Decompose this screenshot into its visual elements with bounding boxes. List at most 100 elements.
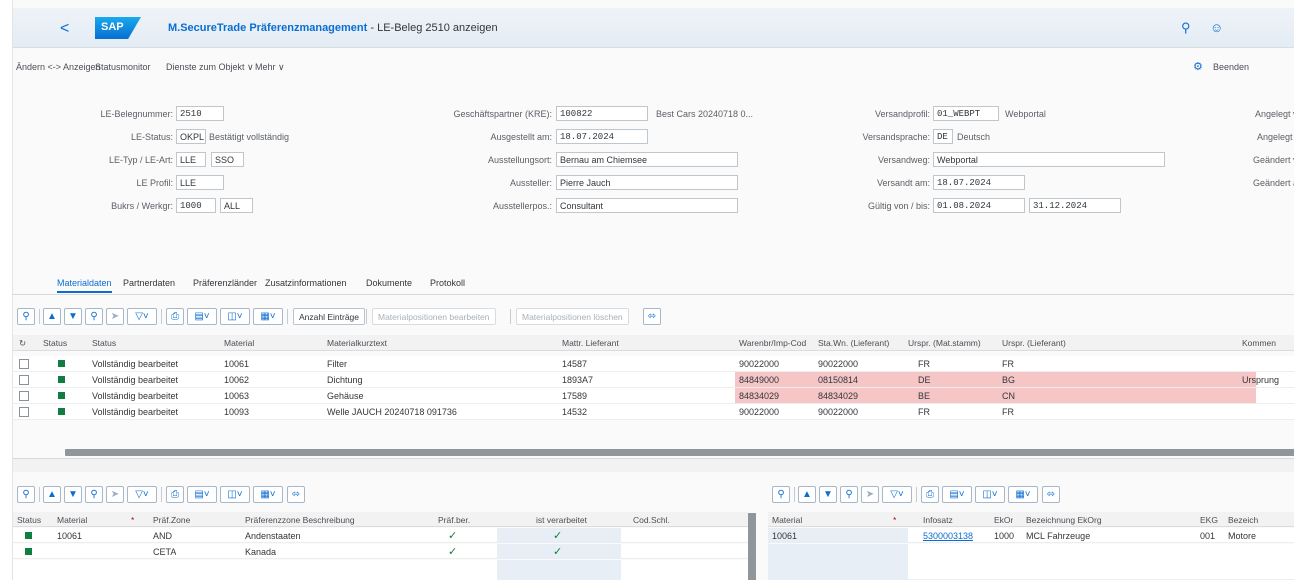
col-status[interactable]: Status (17, 515, 41, 525)
col-infosatz[interactable]: Infosatz (923, 515, 953, 525)
export-icon[interactable]: ◫˅ (975, 486, 1005, 503)
col-kommentar[interactable]: Kommen (1242, 338, 1276, 348)
sort-desc-icon[interactable]: ▼ (64, 486, 82, 503)
profil-field[interactable]: LLE (176, 175, 224, 190)
delete-positions-button[interactable]: Materialpositionen löschen (516, 308, 629, 325)
versandt-field[interactable]: 18.07.2024 (933, 175, 1025, 190)
typ-field[interactable]: LLE (176, 152, 206, 167)
table-row[interactable]: Vollständig bearbeitet 10093 Welle JAUCH… (13, 404, 1294, 420)
details-icon[interactable]: ⚲ (17, 308, 35, 325)
horizontal-scrollbar[interactable] (65, 449, 1294, 456)
table-row[interactable]: 10061 AND Andenstaaten ✓ ✓ (13, 528, 748, 543)
tab-partnerdaten[interactable]: Partnerdaten (123, 278, 175, 288)
bukrs-field[interactable]: 1000 (176, 198, 216, 213)
col-praef-zone[interactable]: Präf.Zone (153, 515, 190, 525)
infosatz-link[interactable]: 5300003138 (923, 531, 973, 541)
col-materialkurztext[interactable]: Materialkurztext (327, 338, 387, 348)
tab-materialdaten[interactable]: Materialdaten (57, 278, 112, 293)
fullscreen-icon[interactable]: ⬄ (1042, 486, 1060, 503)
tab-praeferenzlaender[interactable]: Präferenzländer (193, 278, 257, 288)
col-sta-wn[interactable]: Sta.Wn. (Lieferant) (818, 338, 889, 348)
settings-icon[interactable]: ⚙ (1193, 60, 1203, 73)
layout-icon[interactable]: ▤˅ (187, 308, 217, 325)
col-status[interactable]: Status (92, 338, 116, 348)
status-code-field[interactable]: OKPL (176, 129, 206, 144)
exit-button[interactable]: Beenden (1213, 62, 1249, 72)
vertical-scrollbar[interactable] (748, 513, 756, 580)
find-next-icon[interactable]: ➤ (106, 308, 124, 325)
sort-asc-icon[interactable]: ▲ (798, 486, 816, 503)
table-row[interactable]: Vollständig bearbeitet 10063 Gehäuse 175… (13, 388, 1294, 404)
belegnummer-field[interactable]: 2510 (176, 106, 224, 121)
select-all-icon[interactable]: ↻ (19, 338, 26, 349)
layout-icon[interactable]: ▤˅ (187, 486, 217, 503)
col-lieferant[interactable]: Mattr. Lieferant (562, 338, 619, 348)
col-ist-verarbeitet[interactable]: ist verarbeitet (536, 515, 587, 525)
chart-icon[interactable]: ▦˅ (253, 308, 283, 325)
col-material[interactable]: Material (772, 515, 802, 525)
col-status-icon[interactable]: Status (43, 338, 67, 348)
print-icon[interactable]: ⎙ (166, 308, 184, 325)
export-icon[interactable]: ◫˅ (220, 486, 250, 503)
user-icon[interactable]: ☺ (1210, 20, 1223, 35)
col-urspr-mat[interactable]: Urspr. (Mat.stamm) (908, 338, 981, 348)
more-menu[interactable]: Mehr ∨ (255, 62, 285, 73)
col-material[interactable]: Material (224, 338, 254, 348)
gueltig-bis-field[interactable]: 31.12.2024 (1029, 198, 1121, 213)
layout-icon[interactable]: ▤˅ (942, 486, 972, 503)
ort-field[interactable]: Bernau am Chiemsee (556, 152, 738, 167)
ausgestellt-field[interactable]: 18.07.2024 (556, 129, 648, 144)
versandweg-field[interactable]: Webportal (933, 152, 1165, 167)
fullscreen-icon[interactable]: ⬄ (287, 486, 305, 503)
filter-icon[interactable]: ▽˅ (882, 486, 912, 503)
chart-icon[interactable]: ▦˅ (1008, 486, 1038, 503)
status-monitor-button[interactable]: Statusmonitor (95, 62, 151, 72)
back-button[interactable]: < (60, 20, 69, 38)
edit-positions-button[interactable]: Materialpositionen bearbeiten (372, 308, 496, 325)
splitter[interactable] (13, 458, 1294, 472)
row-checkbox[interactable] (19, 375, 29, 385)
row-checkbox[interactable] (19, 359, 29, 369)
col-ekor[interactable]: EkOr (994, 515, 1013, 525)
show-entries-button[interactable]: Anzahl Einträge (293, 308, 366, 325)
sort-asc-icon[interactable]: ▲ (43, 308, 61, 325)
table-row[interactable]: 10061 5300003138 1000 MCL Fahrzeuge 001 … (768, 528, 1294, 543)
werkgr-field[interactable]: ALL (220, 198, 253, 213)
position-field[interactable]: Consultant (556, 198, 738, 213)
versandsprache-field[interactable]: DE (933, 129, 953, 144)
col-zone-beschreibung[interactable]: Präferenzzone Beschreibung (245, 515, 355, 525)
sort-desc-icon[interactable]: ▼ (64, 308, 82, 325)
find-next-icon[interactable]: ➤ (106, 486, 124, 503)
table-row[interactable]: Vollständig bearbeitet 10062 Dichtung 18… (13, 372, 1294, 388)
export-icon[interactable]: ◫˅ (220, 308, 250, 325)
fullscreen-icon[interactable]: ⬄ (643, 308, 661, 325)
find-next-icon[interactable]: ➤ (861, 486, 879, 503)
versandprofil-field[interactable]: 01_WEBPT (933, 106, 999, 121)
sort-desc-icon[interactable]: ▼ (819, 486, 837, 503)
toggle-edit-button[interactable]: Ändern <-> Anzeigen (16, 62, 101, 72)
col-bezeichnung-ekg[interactable]: Bezeich (1228, 515, 1258, 525)
print-icon[interactable]: ⎙ (166, 486, 184, 503)
find-icon[interactable]: ⚲ (85, 486, 103, 503)
print-icon[interactable]: ⎙ (921, 486, 939, 503)
find-icon[interactable]: ⚲ (840, 486, 858, 503)
col-ekg[interactable]: EKG (1200, 515, 1218, 525)
row-checkbox[interactable] (19, 391, 29, 401)
tab-protokoll[interactable]: Protokoll (430, 278, 465, 288)
col-urspr-lief[interactable]: Urspr. (Lieferant) (1002, 338, 1066, 348)
col-cod-schl[interactable]: Cod.Schl. (633, 515, 670, 525)
col-material[interactable]: Material (57, 515, 87, 525)
tab-zusatzinformationen[interactable]: Zusatzinformationen (265, 278, 347, 288)
gueltig-von-field[interactable]: 01.08.2024 (933, 198, 1025, 213)
table-row[interactable]: Vollständig bearbeitet 10061 Filter 1458… (13, 356, 1294, 372)
row-checkbox[interactable] (19, 407, 29, 417)
details-icon[interactable]: ⚲ (772, 486, 790, 503)
chart-icon[interactable]: ▦˅ (253, 486, 283, 503)
details-icon[interactable]: ⚲ (17, 486, 35, 503)
search-icon[interactable]: ⚲ (1181, 20, 1191, 36)
find-icon[interactable]: ⚲ (85, 308, 103, 325)
col-praef-ber[interactable]: Präf.ber. (438, 515, 470, 525)
col-bezeichnung-ekorg[interactable]: Bezeichnung EkOrg (1026, 515, 1102, 525)
partner-field[interactable]: 100822 (556, 106, 648, 121)
art-field[interactable]: SSO (211, 152, 244, 167)
